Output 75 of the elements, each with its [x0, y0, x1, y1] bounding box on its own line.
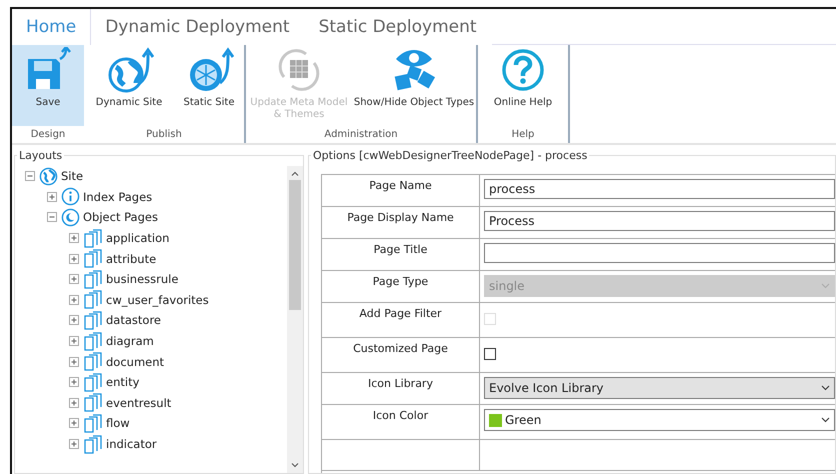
pages-icon: [83, 290, 103, 310]
checkbox[interactable]: [484, 348, 496, 360]
crescent-icon: [61, 208, 80, 227]
tree-item[interactable]: Index Pages: [83, 190, 152, 204]
option-label: Icon Color: [322, 405, 480, 439]
expand-toggle[interactable]: [69, 254, 79, 264]
dropdown[interactable]: Green: [484, 409, 835, 431]
expand-toggle[interactable]: [69, 439, 79, 450]
pages-icon: [83, 249, 103, 268]
expand-toggle[interactable]: [47, 192, 57, 202]
panel-title: Layouts: [18, 149, 64, 162]
expand-toggle[interactable]: [69, 274, 79, 284]
expand-toggle[interactable]: [69, 336, 79, 346]
text-field[interactable]: process: [484, 179, 835, 199]
pages-icon: [83, 414, 103, 433]
pages-icon: [83, 352, 103, 372]
tree-item[interactable]: businessrule: [106, 272, 178, 286]
pages-icon: [83, 332, 103, 351]
group-label: Publish: [146, 128, 182, 142]
pages-icon: [83, 270, 103, 289]
collapse-toggle[interactable]: [47, 212, 57, 222]
expand-toggle[interactable]: [69, 356, 79, 367]
tree-item[interactable]: attribute: [106, 252, 156, 266]
globe-icon: [39, 166, 58, 186]
tree-item[interactable]: Object Pages: [83, 210, 158, 224]
scroll-up-icon[interactable]: [291, 170, 299, 178]
tree-item[interactable]: flow: [106, 416, 130, 430]
expand-toggle[interactable]: [69, 418, 79, 428]
ribbon-button[interactable]: Save: [12, 45, 84, 126]
tree-item[interactable]: diagram: [106, 334, 154, 348]
option-label: Page Title: [322, 239, 480, 270]
chevron-down-icon: [821, 385, 830, 391]
chevron-down-icon: [821, 283, 830, 289]
pages-icon: [83, 228, 103, 248]
option-label: Customized Page: [322, 338, 480, 372]
scroll-down-icon[interactable]: [291, 461, 299, 469]
chevron-down-icon: [821, 417, 830, 423]
tree-item[interactable]: Site: [61, 169, 84, 184]
pages-icon: [83, 310, 103, 330]
tree-item[interactable]: application: [106, 231, 170, 246]
option-label: Icon Library: [322, 373, 480, 404]
option-label: Add Page Filter: [322, 303, 480, 337]
pages-icon: [83, 393, 103, 412]
group-label: Administration: [324, 128, 398, 142]
tree-item[interactable]: datastore: [106, 313, 161, 328]
option-label: Page Display Name: [322, 207, 480, 238]
ribbon-button[interactable]: Show/Hide Object Types: [352, 45, 476, 126]
tree-item[interactable]: cw_user_favorites: [106, 292, 209, 307]
collapse-toggle[interactable]: [25, 171, 35, 182]
panel-title: Options [cwWebDesignerTreeNodePage] - process: [312, 149, 588, 162]
help-icon: [500, 47, 546, 93]
text-field[interactable]: [484, 243, 835, 263]
group-label: Design: [30, 128, 66, 142]
expand-toggle[interactable]: [69, 315, 79, 326]
option-label: Page Type: [322, 271, 480, 302]
expand-toggle[interactable]: [69, 398, 79, 408]
pages-icon: [83, 372, 103, 392]
cube-refresh-icon: [276, 47, 322, 93]
dropdown[interactable]: Evolve Icon Library: [484, 377, 835, 399]
tree-item[interactable]: eventresult: [106, 396, 172, 410]
expand-toggle[interactable]: [69, 294, 79, 305]
text-field[interactable]: Process: [484, 211, 835, 231]
tree-item[interactable]: document: [106, 354, 164, 369]
tree-item[interactable]: indicator: [106, 437, 157, 452]
group-label: Help: [512, 128, 534, 142]
ribbon-button[interactable]: Online Help: [478, 45, 568, 126]
scrollbar[interactable]: [287, 166, 303, 473]
tree-item[interactable]: entity: [106, 375, 140, 390]
pages-icon: [83, 434, 103, 454]
option-label: Page Name: [322, 175, 480, 206]
expand-toggle[interactable]: [69, 377, 79, 388]
ribbon-button[interactable]: Static Site: [174, 45, 244, 126]
info-icon: [61, 187, 80, 206]
expand-toggle[interactable]: [69, 233, 79, 244]
ribbon-button[interactable]: Dynamic Site: [84, 45, 174, 126]
